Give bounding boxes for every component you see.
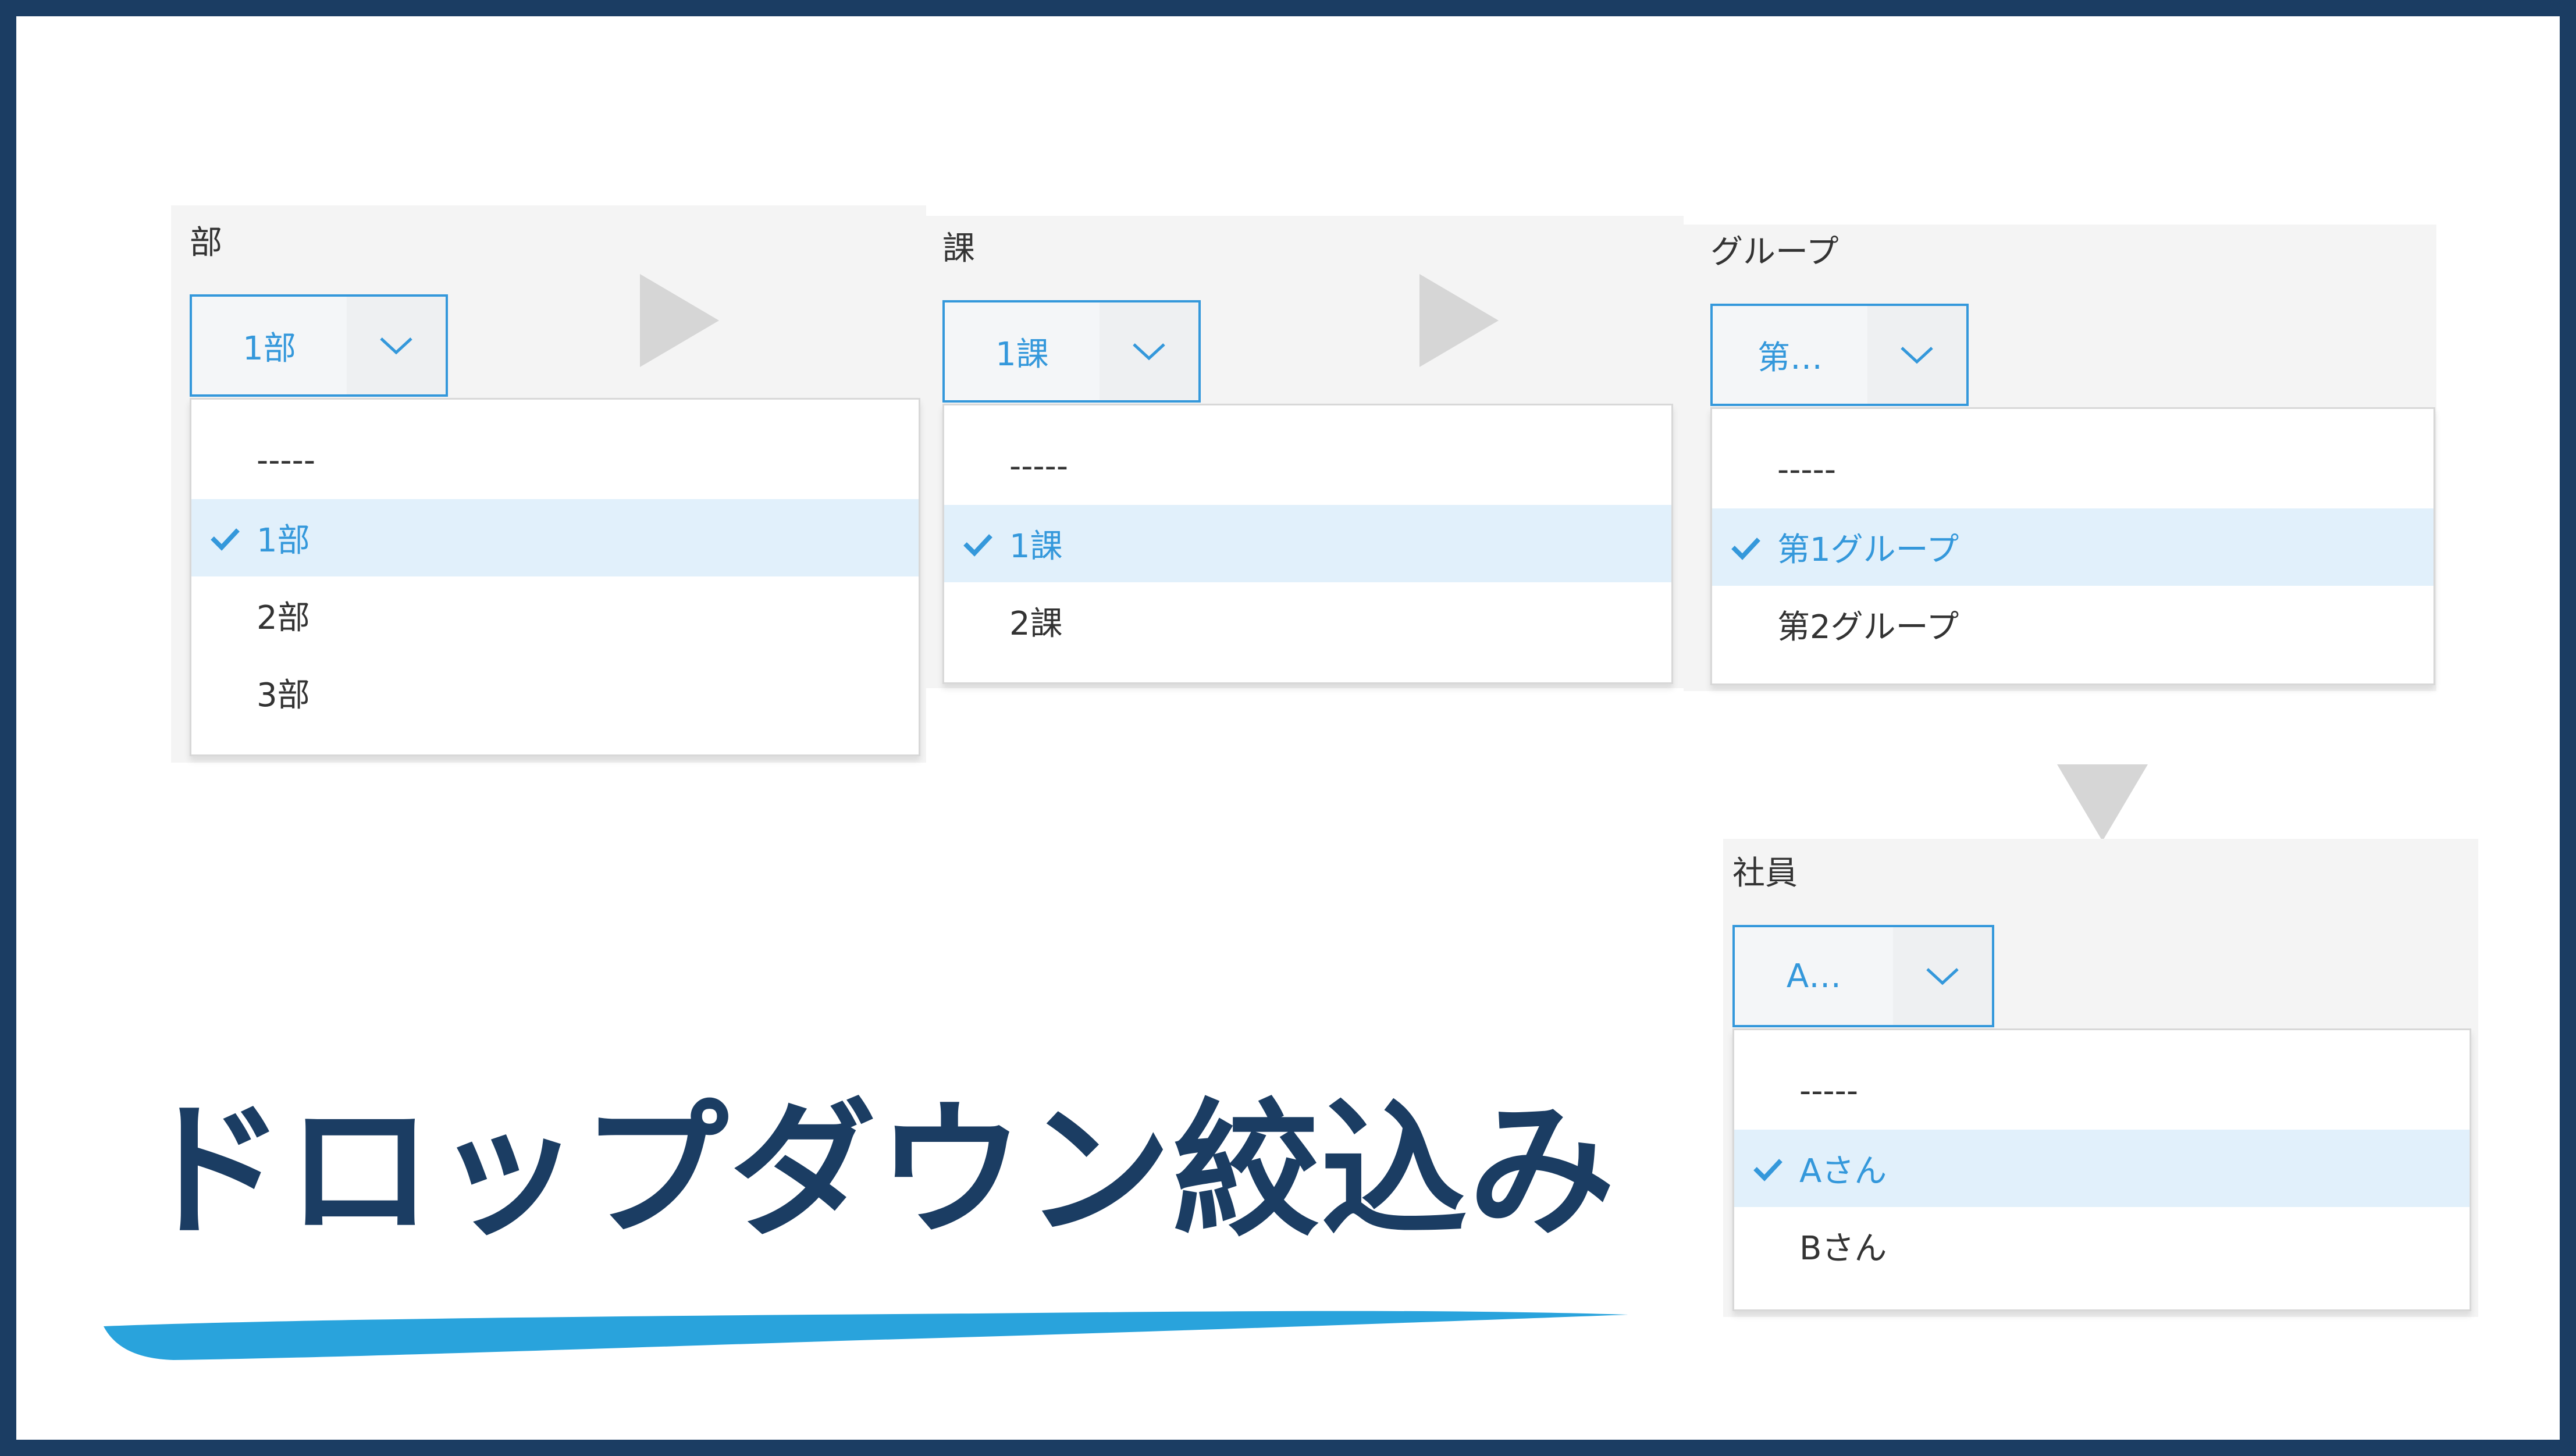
triangle-right-icon — [640, 274, 719, 367]
group-option-2[interactable]: 第2グループ — [1712, 586, 2433, 663]
employee-label: 社員 — [1732, 855, 1798, 892]
department-option-3[interactable]: 3部 — [191, 654, 919, 731]
employee-selected-value: A… — [1786, 957, 1842, 995]
section-option-1[interactable]: 1課 — [944, 505, 1671, 582]
chevron-down-icon[interactable] — [1893, 927, 1992, 1025]
employee-option-b[interactable]: Bさん — [1734, 1207, 2470, 1284]
check-icon — [963, 533, 992, 557]
check-icon — [1753, 1158, 1782, 1181]
chevron-down-icon[interactable] — [347, 297, 446, 394]
employee-options-list: ----- Aさん Bさん — [1732, 1028, 2471, 1311]
department-label: 部 — [190, 224, 222, 262]
check-icon — [211, 528, 240, 551]
section-select[interactable]: 1課 — [942, 300, 1201, 403]
section-options-list: ----- 1課 2課 — [942, 404, 1673, 684]
department-select[interactable]: 1部 — [190, 294, 448, 397]
section-selected-value: 1課 — [995, 335, 1049, 373]
triangle-right-icon — [1419, 274, 1499, 367]
group-option-1[interactable]: 第1グループ — [1712, 508, 2433, 586]
chevron-down-icon[interactable] — [1867, 306, 1966, 404]
employee-option-none[interactable]: ----- — [1734, 1052, 2470, 1130]
department-option-none[interactable]: ----- — [191, 422, 919, 499]
employee-select[interactable]: A… — [1732, 925, 1994, 1027]
department-option-2[interactable]: 2部 — [191, 576, 919, 654]
group-selected-value: 第… — [1757, 339, 1823, 377]
department-options-list: ----- 1部 2部 3部 — [190, 398, 920, 756]
department-selected-value: 1部 — [243, 329, 296, 368]
title-underline — [104, 1311, 1628, 1360]
page-title: ドロップダウン絞込み — [138, 1086, 1617, 1256]
section-label: 課 — [942, 230, 975, 268]
triangle-down-icon — [2057, 764, 2148, 841]
department-option-1[interactable]: 1部 — [191, 499, 919, 576]
employee-option-a[interactable]: Aさん — [1734, 1130, 2470, 1207]
section-option-none[interactable]: ----- — [944, 428, 1671, 505]
slide-canvas: 部 1部 ----- 1部 2部 3部 課 1課 ----- 1課 2課 グルー… — [0, 0, 2576, 1456]
group-select[interactable]: 第… — [1710, 304, 1969, 406]
check-icon — [1731, 537, 1760, 560]
group-options-list: ----- 第1グループ 第2グループ — [1710, 407, 2435, 685]
chevron-down-icon[interactable] — [1100, 302, 1198, 400]
group-label: グループ — [1710, 233, 1839, 271]
section-option-2[interactable]: 2課 — [944, 582, 1671, 660]
group-option-none[interactable]: ----- — [1712, 431, 2433, 508]
